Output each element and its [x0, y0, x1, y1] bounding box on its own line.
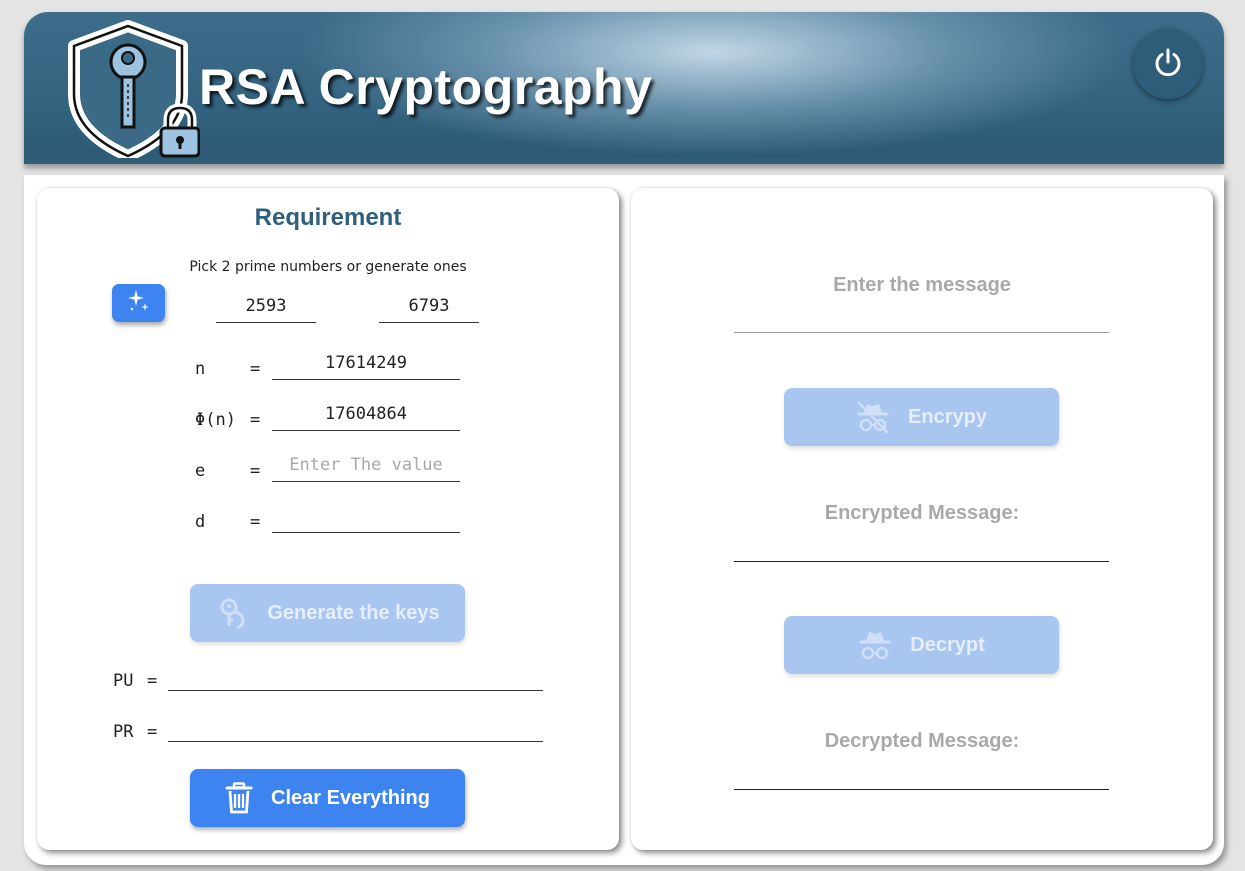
equals-sign: = — [250, 359, 261, 379]
pu-label: PU — [113, 671, 134, 691]
requirement-panel: Requirement Pick 2 prime numbers or gene… — [37, 188, 619, 850]
generate-primes-button[interactable] — [112, 284, 165, 322]
equals-sign: = — [250, 512, 261, 532]
incognito-icon — [856, 401, 890, 433]
equals-sign: = — [250, 461, 261, 481]
decrypted-message-field — [734, 750, 1109, 790]
phi-field[interactable] — [272, 397, 460, 431]
generate-keys-label: Generate the keys — [267, 601, 440, 624]
private-key-field[interactable] — [168, 708, 543, 742]
n-label: n — [195, 359, 206, 379]
equals-sign: = — [147, 722, 158, 742]
app-header: RSA Cryptography — [24, 12, 1224, 164]
decrypt-label: Decrypt — [910, 633, 985, 656]
main-container: Requirement Pick 2 prime numbers or gene… — [24, 175, 1224, 865]
phi-label: Φ(n) — [195, 410, 236, 430]
encrypt-button[interactable]: Encrypy — [784, 388, 1059, 446]
shield-key-lock-icon — [68, 20, 201, 162]
message-input[interactable] — [734, 293, 1109, 333]
decrypt-button[interactable]: Decrypt — [784, 616, 1059, 674]
equals-sign: = — [147, 671, 158, 691]
message-panel: Enter the message Encrypy Encrypted Mess… — [631, 188, 1213, 850]
clear-everything-button[interactable]: Clear Everything — [190, 769, 465, 827]
n-field[interactable] — [272, 346, 460, 380]
requirement-instruction: Pick 2 prime numbers or generate ones — [189, 259, 467, 275]
key-hand-icon — [215, 596, 249, 630]
clear-everything-label: Clear Everything — [271, 786, 430, 809]
d-field[interactable] — [272, 499, 460, 533]
sparkles-icon — [126, 288, 152, 319]
equals-sign: = — [250, 410, 261, 430]
spy-icon — [858, 629, 892, 661]
pr-label: PR — [113, 722, 134, 742]
generate-keys-button[interactable]: Generate the keys — [190, 584, 465, 642]
e-label: e — [195, 461, 206, 481]
power-icon — [1152, 46, 1184, 83]
prime-p-input[interactable] — [216, 289, 316, 323]
app-title: RSA Cryptography — [199, 59, 653, 115]
d-label: d — [195, 512, 206, 532]
encrypt-label: Encrypy — [908, 405, 987, 428]
requirement-title: Requirement — [254, 204, 402, 231]
prime-q-input[interactable] — [379, 289, 479, 323]
encrypted-message-field — [734, 522, 1109, 562]
power-button[interactable] — [1133, 29, 1203, 99]
public-key-field[interactable] — [168, 657, 543, 691]
e-input[interactable] — [272, 448, 460, 482]
trash-icon — [225, 782, 253, 814]
